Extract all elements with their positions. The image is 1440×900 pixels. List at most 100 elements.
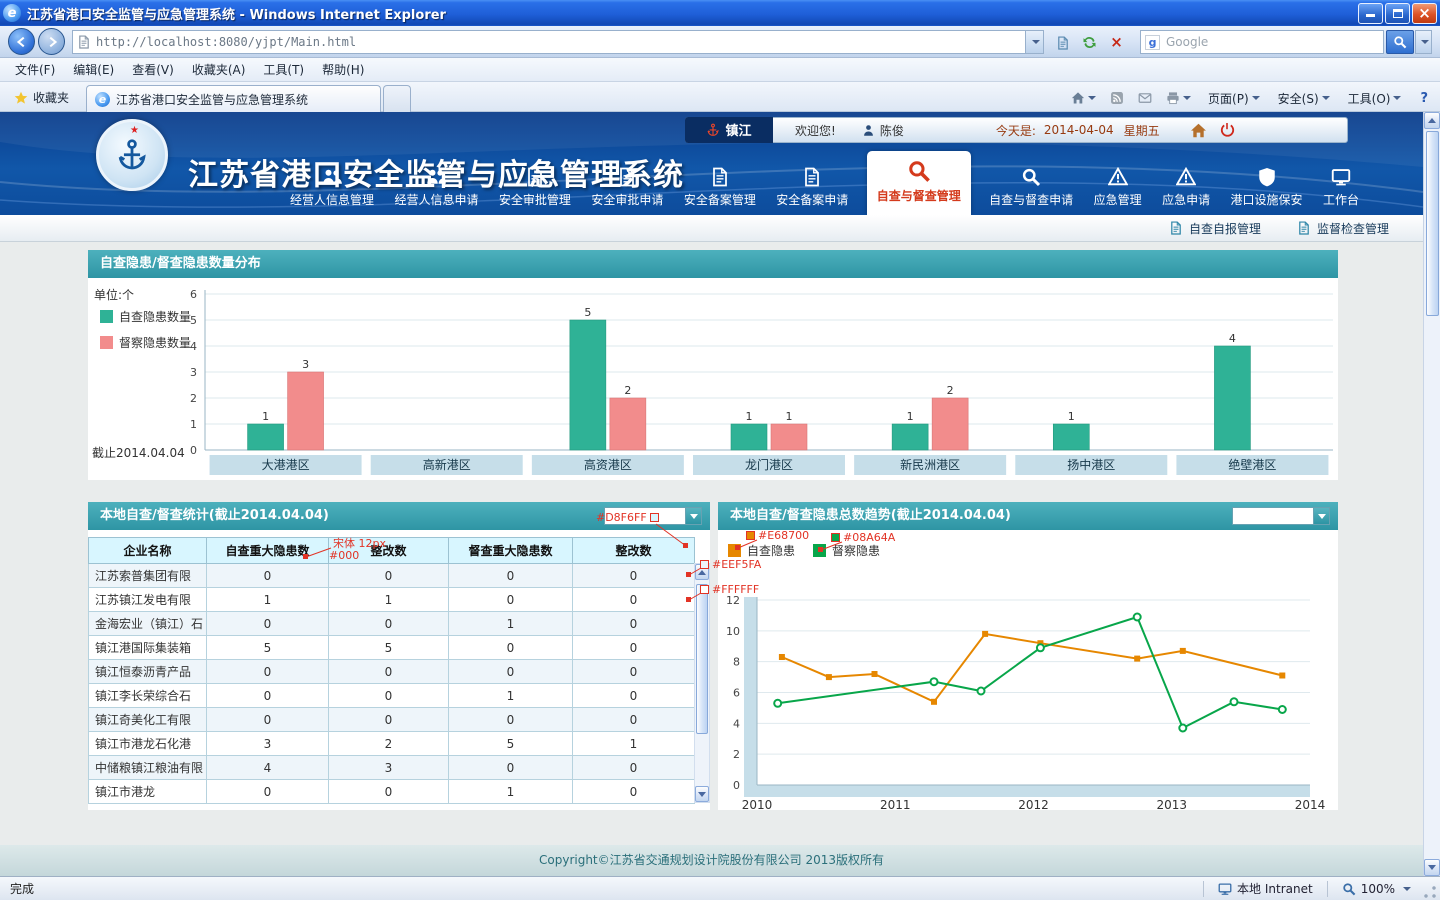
line-panel-dropdown[interactable] xyxy=(1232,507,1330,525)
feeds-button[interactable] xyxy=(1106,89,1128,107)
svg-text:3: 3 xyxy=(190,366,197,379)
user-icon xyxy=(862,124,875,137)
main-navigation: 经营人信息管理经营人信息申请安全审批管理安全审批申请安全备案管理安全备案申请自查… xyxy=(288,151,1361,215)
tab-favicon-icon: e xyxy=(95,92,110,107)
address-bar: http://localhost:8080/yjpt/Main.html × g… xyxy=(0,26,1440,58)
back-button[interactable] xyxy=(8,28,35,55)
svg-text:2014: 2014 xyxy=(1295,798,1326,812)
minimize-button[interactable] xyxy=(1358,3,1383,24)
warning-icon xyxy=(1176,167,1196,187)
nav-item-5[interactable]: 安全备案管理 xyxy=(682,167,758,215)
svg-text:3: 3 xyxy=(302,358,309,371)
svg-text:6: 6 xyxy=(190,288,197,301)
table-scroll-up-button[interactable] xyxy=(695,564,709,580)
new-tab-button[interactable] xyxy=(383,85,411,112)
restore-button[interactable] xyxy=(1385,3,1410,24)
help-button[interactable]: ? xyxy=(1414,89,1434,108)
compatibility-view-button[interactable] xyxy=(1050,31,1075,54)
menu-item-1[interactable]: 文件(F) xyxy=(6,58,64,81)
table-col-4: 督查重大隐患数 xyxy=(449,538,573,564)
menu-bar: 文件(F)编辑(E)查看(V)收藏夹(A)工具(T)帮助(H) xyxy=(0,58,1440,82)
page-content: ★ 江苏省港口安全监管与应急管理系统 镇江 欢迎您! 陈俊 今天是: 2014-… xyxy=(0,112,1423,876)
nav-item-4[interactable]: 安全审批申请 xyxy=(589,167,665,215)
page-scrollbar[interactable] xyxy=(1423,112,1440,876)
close-button[interactable]: × xyxy=(1412,3,1437,24)
search-box[interactable]: g Google xyxy=(1140,30,1384,54)
stop-button[interactable]: × xyxy=(1104,31,1129,54)
compatibility-icon xyxy=(1056,36,1070,50)
table-panel-dropdown[interactable] xyxy=(604,507,702,525)
address-field[interactable]: http://localhost:8080/yjpt/Main.html xyxy=(72,30,1044,54)
table-panel-header: 本地自查/督查统计(截止2014.04.04) xyxy=(88,502,710,530)
portal-home-button[interactable] xyxy=(1190,122,1207,139)
search-go-button[interactable] xyxy=(1386,30,1414,54)
svg-text:0: 0 xyxy=(733,779,740,792)
doc-icon xyxy=(1169,221,1183,235)
address-input[interactable]: http://localhost:8080/yjpt/Main.html xyxy=(96,35,1025,49)
toolbar-button-3[interactable]: 工具(O) xyxy=(1341,87,1409,110)
table-row: 镇江市港龙0010 xyxy=(89,780,695,804)
back-arrow-icon xyxy=(15,35,29,49)
nav-item-6[interactable]: 安全备案申请 xyxy=(774,167,850,215)
table-scrollbar[interactable] xyxy=(694,563,710,803)
page-scroll-up-button[interactable] xyxy=(1424,112,1440,129)
sub-navigation: 自查自报管理 监督检查管理 xyxy=(0,215,1423,242)
line-chart-legend: 自查隐患督察隐患 xyxy=(728,542,880,559)
nav-item-1[interactable]: 经营人信息管理 xyxy=(288,167,376,215)
favorites-button[interactable]: 收藏夹 xyxy=(6,86,77,109)
tab-current[interactable]: e 江苏省港口安全监管与应急管理系统 xyxy=(86,85,381,112)
stop-icon: × xyxy=(1110,35,1123,50)
forward-button[interactable] xyxy=(38,28,65,55)
nav-item-8[interactable]: 自查与督查申请 xyxy=(987,167,1075,215)
svg-text:4: 4 xyxy=(1229,332,1236,345)
legend-item: 督察隐患 xyxy=(813,542,880,559)
nav-item-7[interactable]: 自查与督查管理 xyxy=(867,151,971,215)
svg-text:5: 5 xyxy=(584,306,591,319)
menu-item-5[interactable]: 工具(T) xyxy=(254,58,313,81)
nav-item-2[interactable]: 经营人信息申请 xyxy=(392,167,480,215)
menu-item-4[interactable]: 收藏夹(A) xyxy=(183,58,255,81)
toolbar-button-1[interactable]: 页面(P) xyxy=(1201,87,1267,110)
search-input[interactable]: Google xyxy=(1166,35,1208,49)
table-row: 金海宏业（镇江）石0010 xyxy=(89,612,695,636)
stats-table-panel: 本地自查/督查统计(截止2014.04.04) 企业名称自查重大隐患数整改数督查… xyxy=(88,502,710,810)
nav-item-11[interactable]: 港口设施保安 xyxy=(1229,167,1305,215)
table-scroll-thumb[interactable] xyxy=(696,584,708,734)
line-chart: 02468101220102011201220132014 xyxy=(718,570,1338,812)
subnav-item-1[interactable]: 自查自报管理 xyxy=(1169,220,1261,237)
page-scroll-thumb[interactable] xyxy=(1426,131,1439,316)
nav-item-10[interactable]: 应急申请 xyxy=(1160,167,1212,215)
svg-text:6: 6 xyxy=(733,687,740,700)
svg-text:扬中港区: 扬中港区 xyxy=(1067,457,1115,472)
city-anchor-icon xyxy=(706,123,720,137)
svg-text:2011: 2011 xyxy=(880,798,911,812)
doc-icon xyxy=(525,167,545,187)
svg-text:龙门港区: 龙门港区 xyxy=(745,457,793,472)
svg-text:2010: 2010 xyxy=(742,798,773,812)
toolbar-button-2[interactable]: 安全(S) xyxy=(1271,87,1337,110)
menu-item-3[interactable]: 查看(V) xyxy=(123,58,183,81)
nav-item-12[interactable]: 工作台 xyxy=(1321,167,1361,215)
refresh-button[interactable] xyxy=(1077,31,1102,54)
browser-window: e 江苏省港口安全监管与应急管理系统 - Windows Internet Ex… xyxy=(0,0,1440,900)
home-button[interactable] xyxy=(1067,89,1100,107)
logout-button[interactable] xyxy=(1219,122,1235,138)
svg-text:1: 1 xyxy=(786,410,793,423)
print-button[interactable] xyxy=(1162,89,1195,107)
mail-button[interactable] xyxy=(1134,89,1156,107)
menu-item-6[interactable]: 帮助(H) xyxy=(313,58,373,81)
bar-panel-title: 自查隐患/督查隐患数量分布 xyxy=(100,256,261,271)
zoom-control[interactable]: 100% xyxy=(1336,882,1417,896)
address-dropdown-button[interactable] xyxy=(1025,31,1043,53)
nav-item-9[interactable]: 应急管理 xyxy=(1092,167,1144,215)
menu-item-2[interactable]: 编辑(E) xyxy=(64,58,123,81)
search-dropdown-button[interactable] xyxy=(1415,30,1432,54)
nav-item-label: 经营人信息管理 xyxy=(290,191,374,208)
subnav-item-2[interactable]: 监督检查管理 xyxy=(1297,220,1389,237)
page-scroll-down-button[interactable] xyxy=(1424,859,1440,876)
window-title: 江苏省港口安全监管与应急管理系统 - Windows Internet Expl… xyxy=(27,4,446,23)
refresh-icon xyxy=(1082,35,1097,50)
resize-grip[interactable] xyxy=(1423,885,1437,899)
table-scroll-down-button[interactable] xyxy=(695,786,709,802)
nav-item-3[interactable]: 安全审批管理 xyxy=(497,167,573,215)
